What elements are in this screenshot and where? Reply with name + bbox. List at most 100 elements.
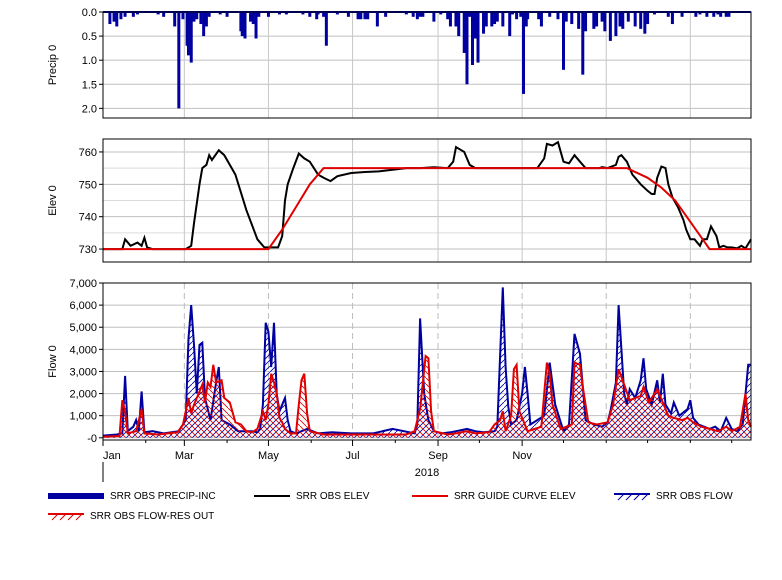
precip-bar-58 bbox=[462, 12, 466, 53]
xtick-label-0: Jan bbox=[103, 450, 121, 462]
ytick-label-1-0: 730 bbox=[79, 244, 97, 256]
precip-bar-43 bbox=[363, 12, 367, 20]
precip-bar-16 bbox=[195, 12, 199, 20]
precip-bar-41 bbox=[356, 12, 360, 20]
precip-bar-26 bbox=[249, 12, 253, 22]
legend-item-flow: SRR OBS FLOW bbox=[614, 488, 733, 504]
precip-bar-54 bbox=[446, 12, 450, 20]
precip-bar-11 bbox=[181, 12, 185, 20]
legend-swatch-guide-curve bbox=[412, 490, 448, 502]
precip-bar-87 bbox=[592, 12, 596, 29]
legend: SRR OBS PRECIP-INC SRR OBS ELEV SRR GUID… bbox=[0, 488, 782, 528]
precip-bar-3 bbox=[119, 12, 123, 20]
precip-bar-98 bbox=[643, 12, 647, 34]
precip-bar-83 bbox=[570, 12, 574, 25]
precip-bar-76 bbox=[526, 12, 530, 20]
ytick-label-0-0: 0.0 bbox=[82, 7, 97, 19]
precip-bar-17 bbox=[199, 12, 203, 25]
precip-bar-44 bbox=[366, 12, 370, 20]
legend-item-precip: SRR OBS PRECIP-INC bbox=[48, 488, 216, 504]
precip-bar-28 bbox=[254, 12, 258, 39]
precip-bar-63 bbox=[476, 12, 480, 63]
legend-label-flow: SRR OBS FLOW bbox=[656, 490, 733, 502]
ytick-label-2-1: 1,000 bbox=[69, 411, 97, 423]
ytick-label-0-4: 2.0 bbox=[82, 103, 97, 115]
legend-label-elev: SRR OBS ELEV bbox=[296, 490, 370, 502]
precip-bar-19 bbox=[204, 12, 208, 27]
legend-swatch-elev bbox=[254, 490, 290, 502]
legend-label-guide-curve: SRR GUIDE CURVE ELEV bbox=[454, 490, 576, 502]
precip-bar-92 bbox=[614, 12, 618, 37]
precip-bar-59 bbox=[465, 12, 469, 85]
xaxis-year-label: 2018 bbox=[415, 467, 439, 479]
ytick-label-0-2: 1.0 bbox=[82, 55, 97, 67]
ytick-label-2-5: 5,000 bbox=[69, 322, 97, 334]
legend-swatch-flow bbox=[614, 490, 650, 502]
precip-bar-81 bbox=[561, 12, 565, 70]
xtick-label-4: Sep bbox=[428, 450, 448, 462]
plot-area-0 bbox=[103, 12, 751, 118]
precip-bar-49 bbox=[415, 12, 419, 20]
precip-bar-74 bbox=[522, 12, 526, 94]
precip-bar-82 bbox=[564, 12, 568, 22]
precip-bar-0 bbox=[108, 12, 112, 25]
precip-bar-70 bbox=[508, 12, 512, 37]
precip-bar-68 bbox=[495, 12, 499, 22]
precip-bar-15 bbox=[192, 12, 196, 22]
precip-bar-78 bbox=[539, 12, 543, 27]
precip-bar-89 bbox=[600, 12, 604, 22]
precip-bar-91 bbox=[608, 12, 612, 41]
legend-label-precip: SRR OBS PRECIP-INC bbox=[110, 490, 216, 502]
precip-bar-13 bbox=[186, 12, 190, 56]
xtick-label-2: May bbox=[258, 450, 279, 462]
precip-bar-94 bbox=[621, 12, 625, 29]
precip-bar-72 bbox=[515, 12, 519, 20]
precip-bar-99 bbox=[646, 12, 650, 25]
ytick-label-1-1: 740 bbox=[79, 212, 97, 224]
precip-bar-69 bbox=[501, 12, 505, 27]
legend-label-res-out: SRR OBS FLOW-RES OUT bbox=[90, 510, 215, 522]
precip-bar-42 bbox=[359, 12, 363, 20]
ytick-label-0-3: 1.5 bbox=[82, 79, 97, 91]
ytick-label-2-7: 7,000 bbox=[69, 278, 97, 290]
precip-bar-27 bbox=[251, 12, 255, 25]
ylabel-2: Flow 0 bbox=[47, 345, 59, 377]
legend-item-elev: SRR OBS ELEV bbox=[254, 488, 369, 504]
precip-bar-86 bbox=[584, 12, 588, 32]
ytick-label-2-6: 6,000 bbox=[69, 300, 97, 312]
ylabel-1: Elev 0 bbox=[47, 185, 59, 216]
precip-bar-24 bbox=[240, 12, 244, 37]
ylabel-0: Precip 0 bbox=[47, 45, 59, 85]
ytick-label-2-0: -0 bbox=[87, 433, 97, 445]
precip-bar-25 bbox=[243, 12, 247, 39]
ytick-label-0-1: 0.5 bbox=[82, 31, 97, 43]
precip-bar-97 bbox=[639, 12, 643, 29]
precip-bar-56 bbox=[454, 12, 458, 27]
precip-bar-64 bbox=[482, 12, 486, 34]
precip-bar-52 bbox=[432, 12, 436, 22]
precip-bar-14 bbox=[189, 12, 193, 63]
ytick-label-2-2: 2,000 bbox=[69, 389, 97, 401]
precip-bar-38 bbox=[324, 12, 328, 46]
precip-bar-57 bbox=[457, 12, 461, 37]
precip-bar-10 bbox=[177, 12, 181, 109]
legend-swatch-res-out bbox=[48, 510, 84, 522]
precip-bar-85 bbox=[581, 12, 585, 75]
precip-bar-67 bbox=[493, 12, 497, 25]
precip-bar-62 bbox=[473, 12, 477, 39]
ytick-label-2-4: 4,000 bbox=[69, 344, 97, 356]
precip-bar-88 bbox=[595, 12, 599, 27]
precip-bar-80 bbox=[556, 12, 560, 20]
precip-bar-90 bbox=[603, 12, 607, 32]
precip-bar-102 bbox=[670, 12, 674, 25]
precip-bar-2 bbox=[115, 12, 119, 27]
ytick-label-1-2: 750 bbox=[79, 179, 97, 191]
xtick-label-1: Mar bbox=[175, 450, 194, 462]
precip-bar-84 bbox=[577, 12, 581, 29]
precip-bar-66 bbox=[490, 12, 494, 27]
precip-bar-93 bbox=[618, 12, 622, 27]
legend-item-guide-curve: SRR GUIDE CURVE ELEV bbox=[412, 488, 576, 504]
ytick-label-1-3: 760 bbox=[79, 147, 97, 159]
precip-bar-77 bbox=[537, 12, 541, 20]
xtick-label-3: Jul bbox=[346, 450, 360, 462]
